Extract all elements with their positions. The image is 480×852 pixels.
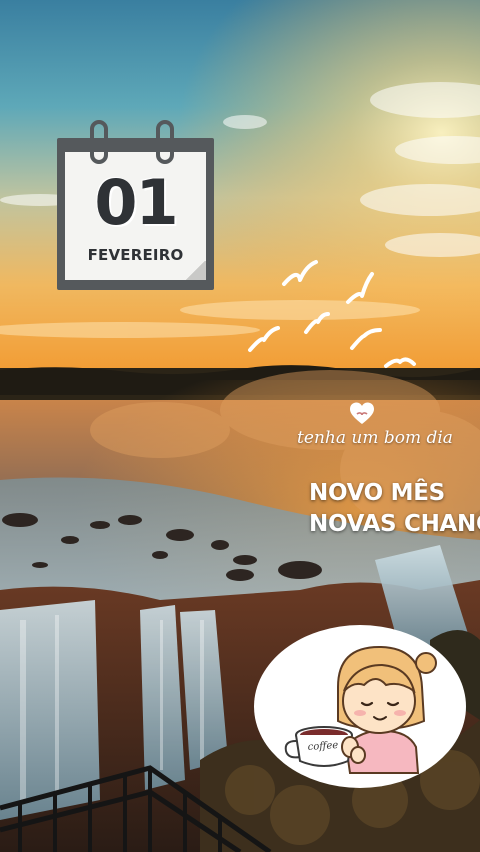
calendar-ring-right: [156, 120, 174, 164]
calendar-day: 01: [94, 166, 178, 239]
headline: NOVO MÊS NOVAS CHANCES: [309, 478, 480, 540]
calendar-icon: 01 FEVEREIRO: [57, 120, 214, 290]
calendar-ring-left: [90, 120, 108, 164]
calendar-month: FEVEREIRO: [87, 246, 184, 264]
headline-line-2: NOVAS CHANCES: [309, 511, 480, 537]
girl-illustration: [284, 645, 437, 774]
story-canvas: 01 FEVEREIRO tenha um bom dia NOVO MÊS N…: [0, 0, 480, 852]
headline-line-1: NOVO MÊS: [309, 480, 445, 506]
heart-icon: [350, 402, 374, 424]
greeting-text: tenha um bom dia: [297, 428, 453, 448]
coffee-girl-sticker: coffee: [254, 625, 466, 788]
